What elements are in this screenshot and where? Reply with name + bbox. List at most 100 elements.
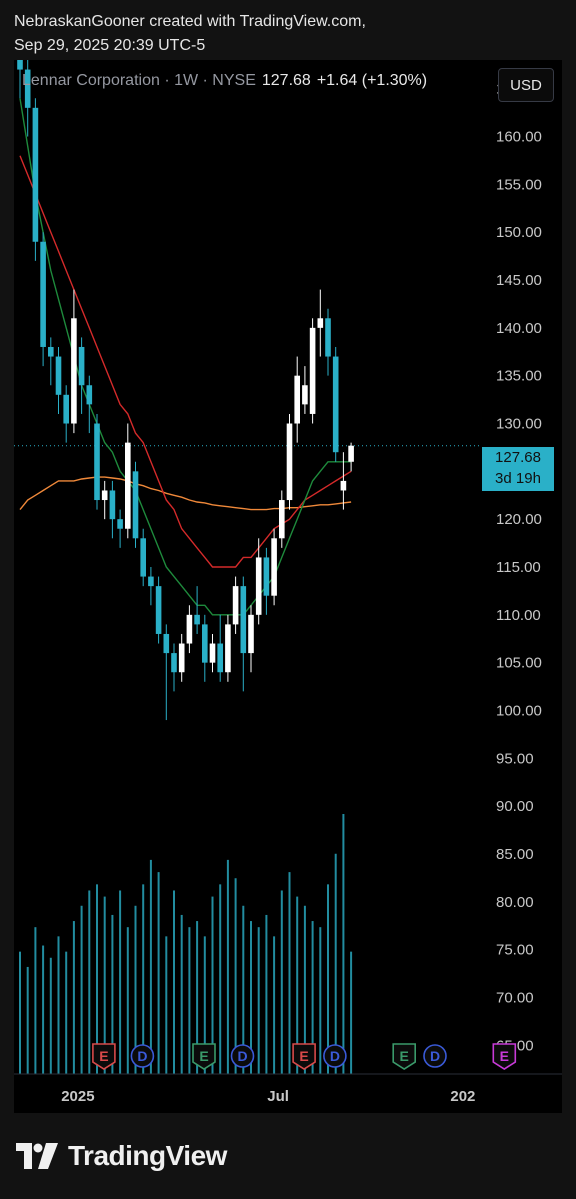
candle-body	[348, 445, 354, 462]
price-axis-label: 70.00	[496, 989, 534, 1006]
candle-body	[232, 586, 239, 625]
candle-body	[55, 356, 62, 395]
candle-body	[202, 624, 208, 663]
candle-body	[86, 385, 93, 405]
credit-author: NebraskanGooner created with TradingView…	[14, 13, 366, 30]
candle-body	[248, 614, 254, 654]
logo-wordmark: TradingView	[68, 1140, 227, 1171]
candle-body	[186, 614, 193, 644]
candle-body	[48, 346, 54, 357]
event-marker-label: E	[500, 1048, 509, 1064]
candle-body	[109, 490, 116, 520]
price-tag: 127.68 3d 19h	[482, 447, 554, 491]
volume-bar	[257, 927, 260, 1074]
candle-body	[309, 327, 316, 414]
volume-bar	[19, 951, 21, 1074]
volume-bar	[173, 890, 175, 1074]
candle-body	[155, 586, 162, 634]
volume-bar	[334, 853, 337, 1074]
candle-body	[340, 480, 347, 491]
volume-bar	[126, 927, 129, 1074]
price-axis-label: 135.00	[496, 368, 542, 385]
price-axis-label: 155.00	[496, 176, 542, 193]
price-axis-label: 140.00	[496, 320, 542, 337]
candle-body	[302, 385, 308, 405]
moving-average-mid	[19, 155, 352, 568]
candlestick-chart[interactable]: 165.00160.00155.00150.00145.00140.00135.…	[14, 60, 562, 1113]
price-axis-label: 75.00	[496, 942, 534, 959]
candle-body	[163, 633, 170, 654]
tradingview-logo: TradingView	[16, 1140, 227, 1172]
candle-body	[279, 500, 285, 539]
candle-body	[148, 576, 154, 587]
chart-credit: NebraskanGooner created with TradingView…	[14, 10, 366, 58]
volume-bar	[42, 945, 45, 1074]
candle-body	[63, 394, 69, 424]
price-axis-label: 110.00	[496, 607, 541, 624]
candle-body	[263, 557, 270, 596]
volume-bar	[226, 859, 229, 1074]
price-axis-label: 115.00	[496, 559, 541, 576]
volume-bar	[350, 951, 353, 1074]
candle-body	[140, 538, 146, 577]
volume-bar	[65, 951, 68, 1074]
price-axis-label: 120.00	[496, 511, 542, 528]
last-price: 127.68	[261, 72, 311, 89]
price-axis-label: 160.00	[496, 129, 542, 146]
volume-bar	[165, 936, 168, 1074]
candle-body	[78, 346, 85, 386]
price-axis-label: 90.00	[496, 798, 534, 815]
event-marker-label: D	[137, 1048, 147, 1064]
price-axis-label: 80.00	[496, 894, 534, 911]
candle-body	[271, 538, 277, 596]
moving-average-short	[19, 98, 352, 616]
volume-bar	[319, 927, 322, 1074]
volume-bar	[188, 927, 191, 1074]
candle-body	[32, 107, 39, 242]
candle-body	[178, 643, 185, 673]
candle-body	[225, 624, 231, 673]
price-axis-label: 95.00	[496, 750, 534, 767]
price-tag-countdown: 3d 19h	[495, 470, 541, 487]
candle-body	[217, 643, 223, 673]
credit-timestamp: Sep 29, 2025 20:39 UTC-5	[14, 37, 206, 54]
price-change: +1.64 (+1.30%)	[316, 72, 428, 89]
event-marker-label: E	[199, 1048, 208, 1064]
candle-body	[325, 318, 331, 357]
volume-bar	[57, 936, 60, 1074]
candle-body	[40, 241, 46, 347]
currency-button[interactable]: USD	[498, 68, 554, 102]
event-marker-label: D	[430, 1048, 440, 1064]
price-axis-label: 100.00	[496, 702, 542, 719]
chart-frame[interactable]: 165.00160.00155.00150.00145.00140.00135.…	[14, 60, 562, 1113]
volume-bar	[49, 957, 52, 1074]
volume-bar	[265, 914, 268, 1074]
time-axis-label: Jul	[267, 1088, 289, 1105]
price-axis-label: 105.00	[496, 655, 542, 672]
volume-bar	[342, 814, 345, 1074]
volume-bar	[327, 884, 329, 1074]
volume-bar	[280, 890, 283, 1074]
price-axis-label: 150.00	[496, 224, 542, 241]
candle-body	[294, 375, 300, 424]
volume-bar	[288, 872, 291, 1074]
candle-body	[17, 60, 23, 70]
volume-bar	[26, 966, 29, 1074]
volume-bar	[157, 872, 160, 1074]
time-axis-label: 202	[450, 1088, 475, 1105]
price-axis-label: 145.00	[496, 272, 542, 289]
candle-body	[255, 557, 262, 615]
candle-body	[117, 519, 123, 529]
price-axis-label: 85.00	[496, 846, 534, 863]
symbol-legend: Lennar Corporation · 1W · NYSE 127.68 +1.6…	[22, 72, 427, 90]
volume-bar	[180, 914, 183, 1074]
volume-bar	[72, 921, 75, 1074]
candle-body	[317, 318, 324, 328]
candle-body	[286, 423, 293, 501]
event-marker-label: D	[330, 1048, 340, 1064]
volume-bar	[219, 884, 222, 1074]
volume-bar	[273, 936, 276, 1074]
event-marker-label: E	[299, 1048, 308, 1064]
symbol-title: Lennar Corporation · 1W · NYSE	[22, 72, 256, 89]
candle-body	[101, 490, 108, 501]
